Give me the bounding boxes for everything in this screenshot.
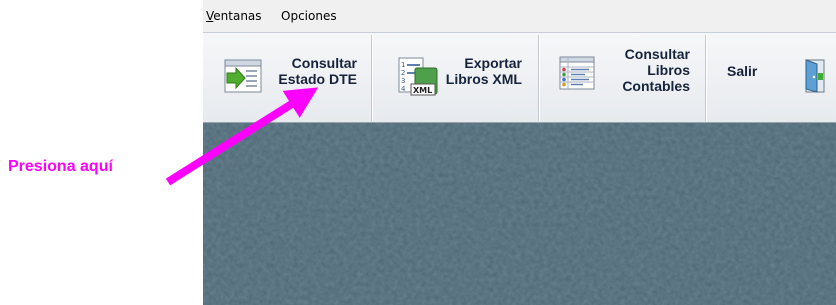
annotation-arrow-icon — [165, 87, 319, 186]
